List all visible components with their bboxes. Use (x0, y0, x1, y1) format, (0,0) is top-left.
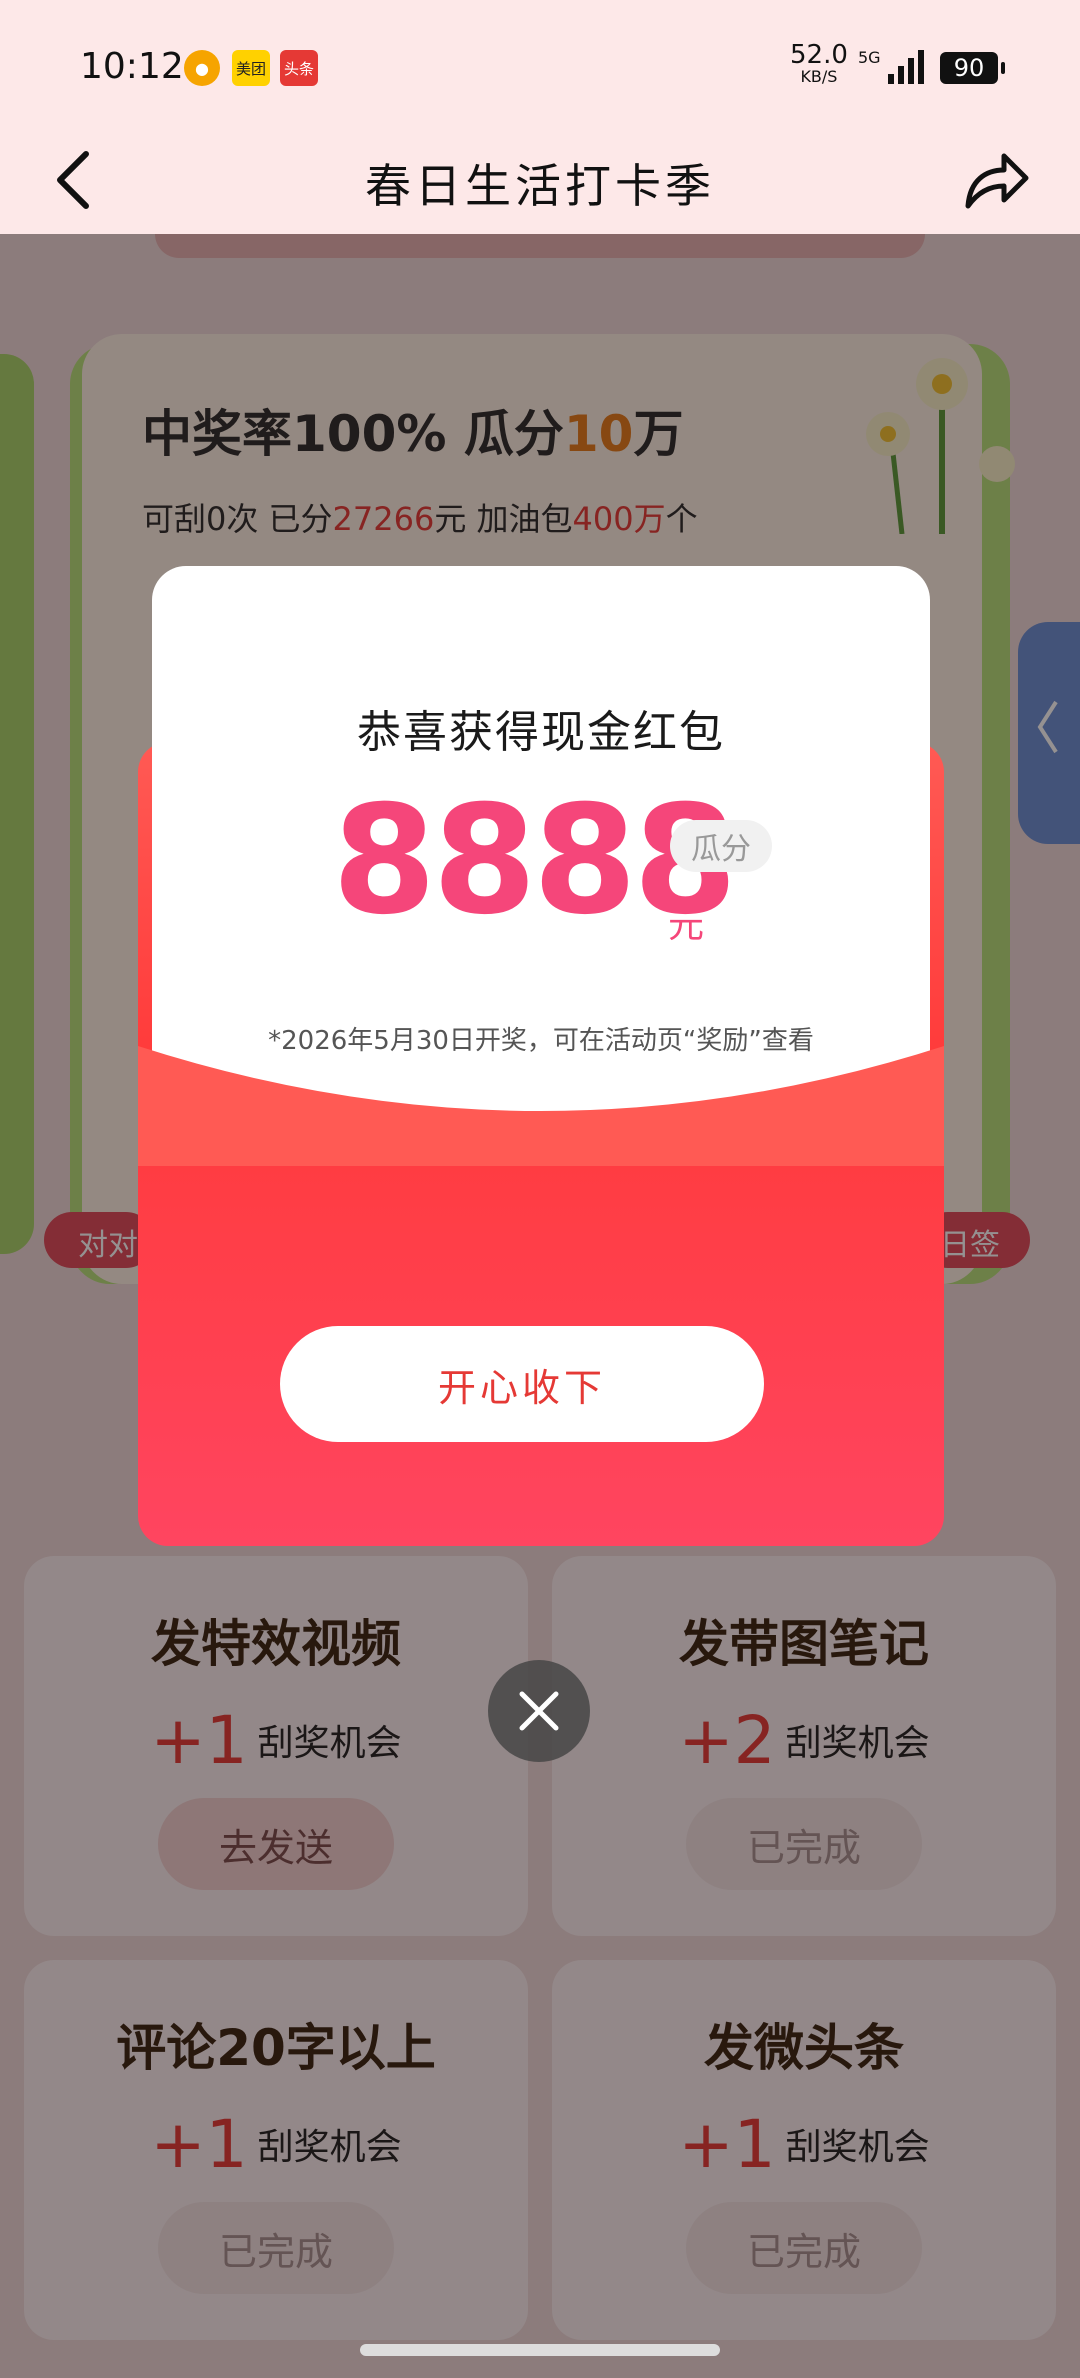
split-badge: 瓜分 (670, 820, 772, 872)
battery-level: 90 (953, 54, 985, 82)
status-bar: 10:12 ● 美团 头条 52.0 KB/S 5G 90 (0, 0, 1080, 132)
prize-unit: 元 (668, 905, 705, 946)
meituan-notification-icon: 美团 (232, 50, 270, 86)
app-notification-icon: ● (184, 50, 220, 86)
modal-title: 恭喜获得现金红包 (357, 707, 725, 758)
red-packet-modal: 恭喜获得现金红包 8888 瓜分 元 *2026年5月30日开奖，可在活动页“奖… (138, 566, 944, 1546)
signal-icon (888, 48, 928, 84)
status-time: 10:12 (80, 46, 184, 87)
close-modal-button[interactable] (488, 1660, 590, 1762)
home-indicator[interactable] (360, 2344, 720, 2356)
page-title: 春日生活打卡季 (365, 159, 715, 213)
close-icon (519, 1691, 559, 1731)
battery-icon: 90 (940, 52, 1005, 84)
network-speed-value: 52.0 (790, 40, 848, 70)
envelope-flap-curve (138, 1046, 944, 1166)
toutiao-notification-icon: 头条 (280, 50, 318, 86)
share-icon[interactable] (960, 140, 1032, 220)
network-speed: 52.0 KB/S (790, 40, 848, 88)
accept-button[interactable]: 开心收下 (280, 1326, 764, 1442)
top-nav-bar: 春日生活打卡季 (0, 132, 1080, 234)
5g-indicator: 5G (858, 48, 881, 67)
